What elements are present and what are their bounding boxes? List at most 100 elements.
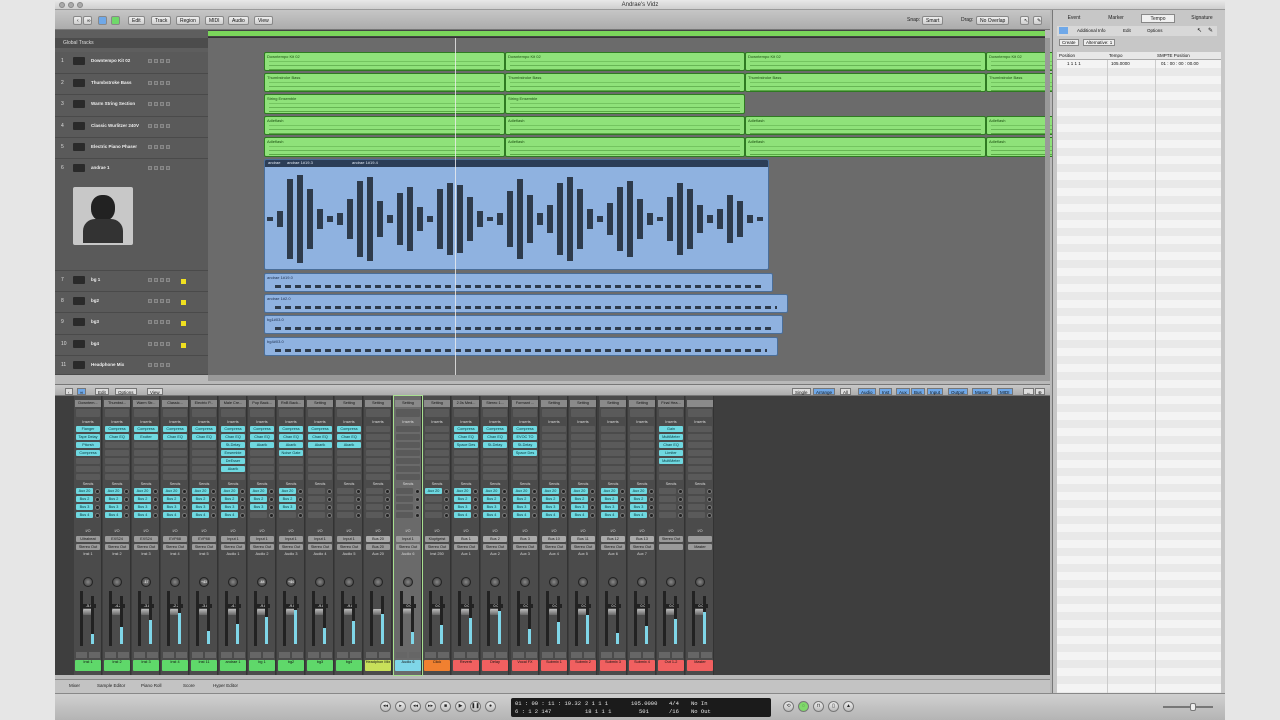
insert-slot[interactable] bbox=[483, 450, 507, 456]
insert-slot[interactable] bbox=[76, 474, 100, 480]
send-level-knob[interactable] bbox=[473, 505, 478, 510]
pan-knob[interactable] bbox=[315, 577, 325, 587]
send-level-knob[interactable] bbox=[707, 513, 712, 518]
inspector-icon[interactable] bbox=[98, 16, 107, 25]
eq-thumbnail[interactable] bbox=[630, 409, 654, 417]
output-slot[interactable]: Stereo Out bbox=[630, 544, 654, 550]
insert-slot[interactable]: Chan EQ bbox=[250, 434, 274, 440]
insert-slot[interactable]: Compress bbox=[192, 426, 216, 432]
send-slot[interactable]: Bus 2 bbox=[513, 496, 530, 502]
insert-slot[interactable]: Exciter bbox=[134, 434, 158, 440]
eq-thumbnail[interactable] bbox=[105, 409, 129, 417]
send-slot[interactable]: Aux 20 bbox=[542, 488, 559, 494]
insert-slot[interactable] bbox=[396, 426, 420, 432]
insert-slot[interactable] bbox=[76, 458, 100, 464]
drag-select[interactable]: No Overlap bbox=[976, 16, 1010, 25]
playhead[interactable] bbox=[455, 38, 456, 375]
insert-slot[interactable] bbox=[425, 426, 449, 432]
send-slot[interactable] bbox=[659, 504, 676, 510]
send-level-knob[interactable] bbox=[590, 505, 595, 510]
strip-name-label[interactable]: Submix 4 bbox=[629, 660, 655, 671]
channel-strip[interactable]: Setting Inserts Sends I/O Bus 20 Bus 20 Aux 20… bbox=[364, 396, 392, 675]
output-slot[interactable]: Stereo Out bbox=[279, 544, 303, 550]
group-slot[interactable]: Aux 20 bbox=[364, 552, 392, 556]
volume-fader[interactable] bbox=[517, 591, 530, 646]
send-slot[interactable]: Bus 2 bbox=[250, 496, 267, 502]
input-slot[interactable]: Stereo Out bbox=[659, 536, 683, 542]
send-slot[interactable]: Aux 20 bbox=[105, 488, 122, 494]
play-from-icon[interactable]: ▸ bbox=[395, 701, 406, 712]
replace-icon[interactable]: ◌ bbox=[798, 701, 809, 712]
strip-name-label[interactable]: Reverb bbox=[453, 660, 479, 671]
insert-slot[interactable]: St-Delay bbox=[221, 442, 245, 448]
strip-name-label[interactable]: Submix 2 bbox=[570, 660, 596, 671]
strip-name-label[interactable]: Vocal FX bbox=[512, 660, 538, 671]
insert-slot[interactable] bbox=[630, 474, 654, 480]
menu-view[interactable]: View bbox=[254, 16, 273, 25]
send-slot[interactable]: Bus 3 bbox=[105, 504, 122, 510]
close-icon[interactable] bbox=[59, 2, 65, 8]
insert-slot[interactable] bbox=[279, 458, 303, 464]
volume-fader[interactable] bbox=[254, 591, 267, 646]
send-level-knob[interactable] bbox=[532, 513, 537, 518]
channel-strip[interactable]: Thumbst... Inserts Compress Chan EQ Sends Aux… bbox=[103, 396, 131, 675]
mute-solo-buttons[interactable] bbox=[513, 652, 537, 658]
insert-slot[interactable] bbox=[105, 450, 129, 456]
output-slot[interactable]: Stereo Out bbox=[396, 544, 420, 550]
pan-knob[interactable] bbox=[490, 577, 500, 587]
send-level-knob[interactable] bbox=[182, 513, 187, 518]
global-tracks-header[interactable]: Global Tracks bbox=[55, 38, 208, 48]
send-slot[interactable]: Bus 4 bbox=[221, 512, 238, 518]
send-level-knob[interactable] bbox=[124, 513, 129, 518]
input-slot[interactable]: Klopfgeist bbox=[425, 536, 449, 542]
group-slot[interactable]: Audio 3 bbox=[277, 552, 305, 556]
insert-slot[interactable] bbox=[688, 426, 712, 432]
insert-slot[interactable] bbox=[601, 466, 625, 472]
track-name[interactable]: Electric Piano Phaser bbox=[91, 144, 137, 149]
send-slot[interactable]: Bus 2 bbox=[630, 496, 647, 502]
col-position[interactable]: Position bbox=[1059, 53, 1075, 58]
output-slot[interactable]: Stereo Out bbox=[163, 544, 187, 550]
input-slot[interactable]: Input 1 bbox=[396, 536, 420, 542]
output-slot[interactable]: Stereo Out bbox=[513, 544, 537, 550]
track-buttons[interactable] bbox=[148, 59, 186, 63]
send-slot[interactable]: Bus 2 bbox=[454, 496, 471, 502]
send-level-knob[interactable] bbox=[444, 497, 449, 502]
insert-slot[interactable] bbox=[337, 474, 361, 480]
send-level-knob[interactable] bbox=[240, 497, 245, 502]
midi-region[interactable]: Thumbstroke Bass bbox=[264, 73, 505, 92]
insert-slot[interactable] bbox=[366, 434, 390, 440]
insert-slot[interactable] bbox=[105, 442, 129, 448]
insert-slot[interactable] bbox=[630, 458, 654, 464]
vertical-scrollbar[interactable] bbox=[1045, 38, 1050, 375]
group-slot[interactable]: Inst 4 bbox=[161, 552, 189, 556]
send-slot[interactable]: Aux 20 bbox=[279, 488, 296, 494]
eq-thumbnail[interactable] bbox=[659, 409, 683, 417]
send-slot[interactable] bbox=[688, 496, 705, 502]
send-slot[interactable]: Bus 4 bbox=[630, 512, 647, 518]
track-name[interactable]: bg2 bbox=[91, 298, 99, 303]
insert-slot[interactable] bbox=[105, 458, 129, 464]
group-slot[interactable]: Inst 250 bbox=[423, 552, 451, 556]
track-header[interactable]: 6 andrae 1 bbox=[55, 159, 208, 271]
track-buttons[interactable] bbox=[148, 166, 186, 170]
mixer-zoom-in-icon[interactable]: ↔ bbox=[1023, 388, 1034, 395]
send-slot[interactable]: Aux 20 bbox=[571, 488, 588, 494]
send-level-knob[interactable] bbox=[211, 489, 216, 494]
insert-slot[interactable] bbox=[659, 474, 683, 480]
strip-name-label[interactable]: Headphon Mix bbox=[365, 660, 391, 671]
insert-slot[interactable]: Compress bbox=[513, 426, 537, 432]
insert-slot[interactable] bbox=[483, 466, 507, 472]
volume-fader[interactable] bbox=[546, 591, 559, 646]
strip-name-label[interactable]: bg3 bbox=[307, 660, 333, 671]
strip-setting-button[interactable]: Formant ... bbox=[512, 400, 538, 407]
insert-slot[interactable]: Noise Gate bbox=[279, 450, 303, 456]
strip-setting-button[interactable]: Downtem... bbox=[75, 400, 101, 407]
insert-slot[interactable] bbox=[688, 450, 712, 456]
insert-slot[interactable] bbox=[425, 442, 449, 448]
volume-fader[interactable] bbox=[663, 591, 676, 646]
midi-region[interactable]: Adleflash bbox=[745, 116, 986, 135]
strip-name-label[interactable]: Master bbox=[687, 660, 713, 671]
insert-slot[interactable] bbox=[163, 474, 187, 480]
mixer-edit-menu[interactable]: Edit bbox=[95, 388, 109, 395]
